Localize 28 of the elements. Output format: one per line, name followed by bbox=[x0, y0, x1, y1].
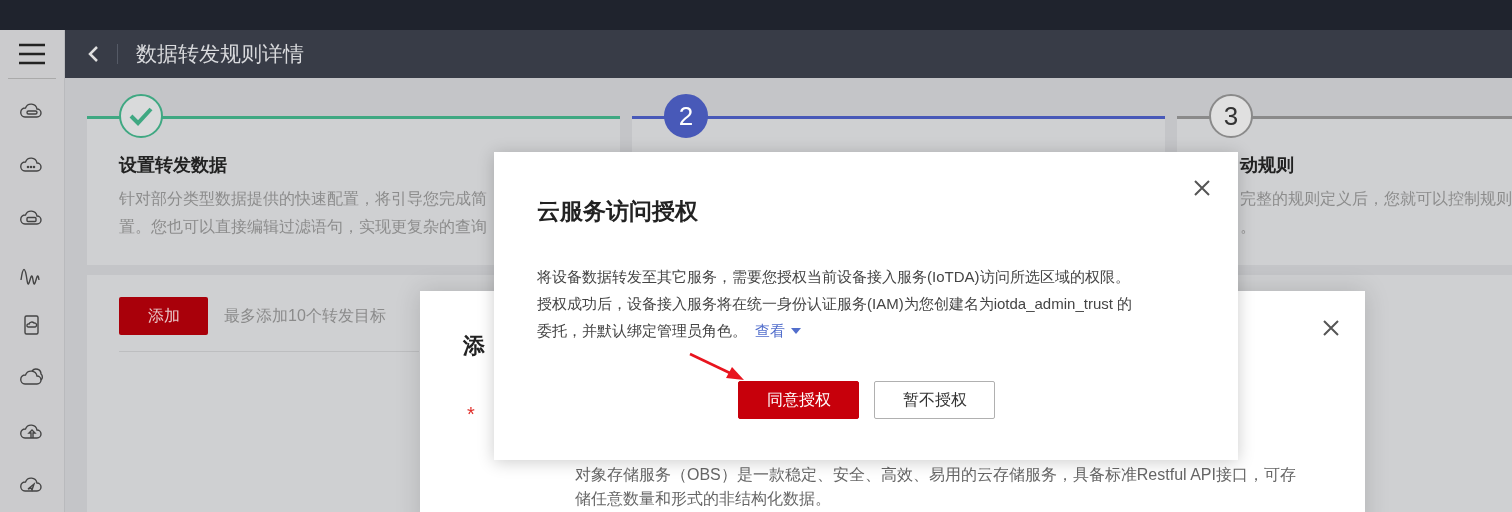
decline-button[interactable]: 暂不授权 bbox=[874, 381, 995, 419]
view-link[interactable]: 查看 bbox=[755, 317, 801, 344]
add-button[interactable]: 添加 bbox=[119, 297, 208, 335]
pointer-arrow bbox=[688, 352, 746, 382]
page-title: 数据转发规则详情 bbox=[136, 41, 304, 67]
authorization-text: 将设备数据转发至其它服务，需要您授权当前设备接入服务(IoTDA)访问所选区域的权限。 bbox=[537, 267, 1131, 287]
service-description: 对象存储服务（OBS）是一款稳定、安全、高效、易用的云存储服务，具备标准Restful API接口，可存 bbox=[575, 465, 1296, 485]
required-mark: * bbox=[467, 403, 475, 426]
step-title: 动规则 bbox=[1240, 154, 1295, 177]
menu-icon[interactable] bbox=[19, 42, 45, 65]
step-description: 置。您也可以直接编辑过滤语句，实现更复杂的查询 bbox=[119, 218, 487, 235]
step-number: 3 bbox=[1223, 100, 1239, 132]
caret-icon bbox=[791, 327, 801, 334]
agree-button[interactable]: 同意授权 bbox=[738, 381, 859, 419]
dialog-title: 云服务访问授权 bbox=[537, 197, 699, 226]
back-icon[interactable] bbox=[87, 45, 99, 63]
check-icon bbox=[129, 106, 153, 126]
step-number: 2 bbox=[678, 100, 694, 132]
service-description: 储任意数量和形式的非结构化数据。 bbox=[575, 489, 832, 509]
limit-hint: 最多添加10个转发目标 bbox=[224, 305, 386, 326]
dialog-title: 添 bbox=[463, 332, 485, 360]
close-button[interactable] bbox=[1321, 318, 1341, 338]
step-description: 完整的规则定义后，您就可以控制规则 bbox=[1240, 190, 1512, 207]
authorization-text: 授权成功后，设备接入服务将在统一身份认证服务(IAM)为您创建名为iotda_admin_trust 的 bbox=[537, 294, 1134, 314]
authorization-text: 委托，并默认绑定管理员角色。 bbox=[537, 321, 747, 341]
step-title: 设置转发数据 bbox=[119, 154, 228, 177]
step-description: 针对部分类型数据提供的快速配置，将引导您完成简 bbox=[119, 190, 487, 207]
step-description: 。 bbox=[1240, 218, 1256, 235]
